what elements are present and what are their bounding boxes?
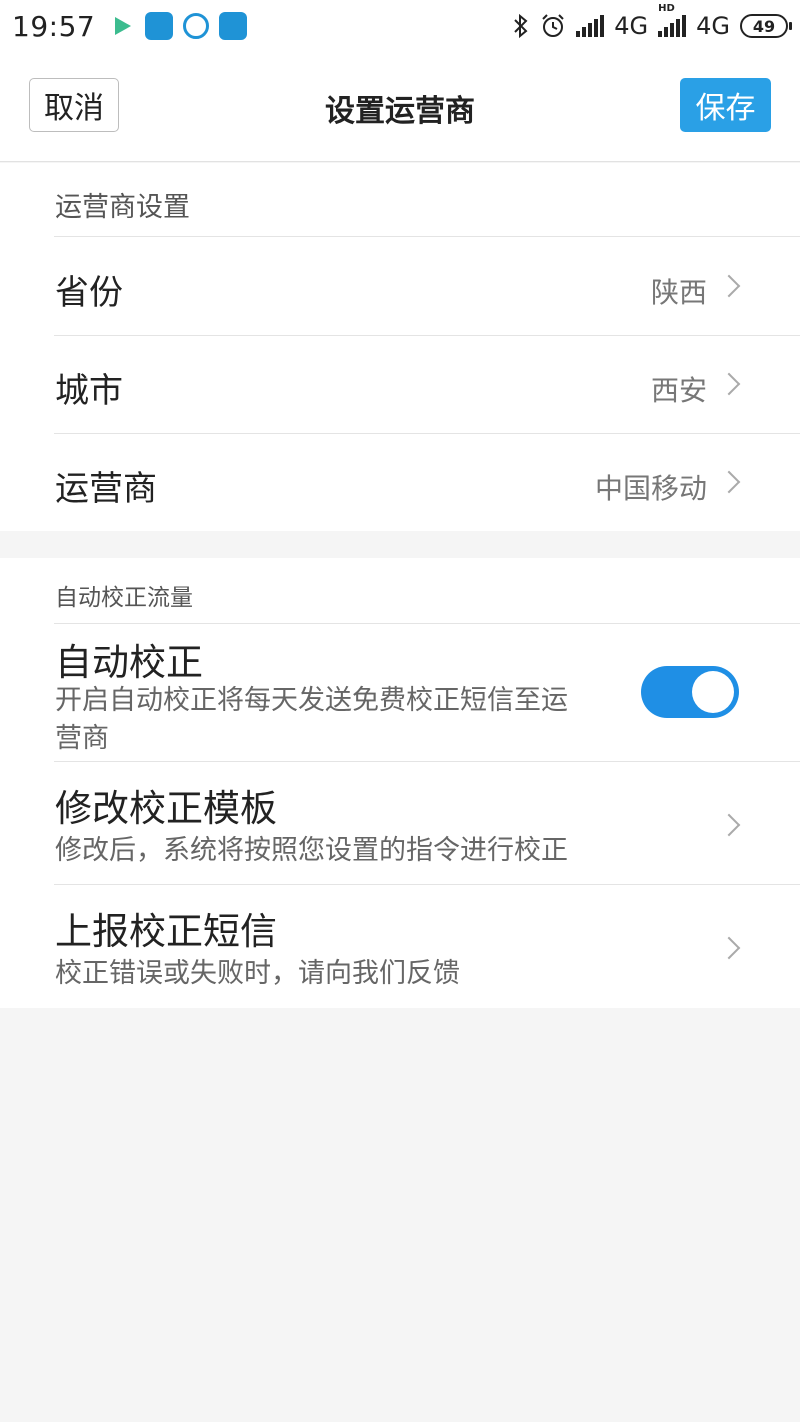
row-province[interactable]: 省份 陕西 [0, 237, 800, 335]
notification-app-icon [145, 12, 174, 40]
auto-correct-desc-line2: 营商 [55, 723, 109, 754]
section-title-auto: 自动校正流量 [55, 585, 193, 611]
network-type-2: 4G [696, 12, 730, 40]
chevron-right-icon [717, 372, 741, 396]
status-right: 4G HD 4G 49 [512, 3, 792, 40]
header: 取消 设置运营商 保存 [0, 52, 800, 162]
bluetooth-icon [514, 13, 528, 39]
alarm-icon [542, 14, 564, 37]
modify-template-title: 修改校正模板 [55, 787, 277, 830]
modify-template-desc: 修改后，系统将按照您设置的指令进行校正 [55, 835, 568, 866]
battery-level: 49 [752, 16, 776, 36]
chevron-right-icon [717, 813, 741, 837]
chevron-right-icon [717, 470, 741, 494]
chevron-right-icon [717, 936, 741, 960]
status-bar: 19:57 4G HD 4G 49 [0, 0, 800, 52]
hd-badge: HD [658, 3, 675, 14]
save-button[interactable]: 保存 [680, 78, 771, 132]
row-value-city: 西安 [650, 374, 707, 407]
video-app-icon [115, 17, 132, 35]
notification-app-icon-2 [219, 12, 248, 40]
network-type-1: 4G [614, 12, 649, 40]
toggle-knob [692, 671, 734, 713]
signal-icon-2: HD [658, 3, 687, 37]
carrier-settings-section: 运营商设置 省份 陕西 城市 西安 运营商 中国移动 [0, 163, 800, 531]
row-label-province: 省份 [55, 273, 123, 313]
row-value-carrier: 中国移动 [594, 472, 707, 505]
auto-correct-section: 自动校正流量 自动校正 开启自动校正将每天发送免费校正短信至运 营商 修改校正模… [0, 558, 800, 1008]
auto-correct-title: 自动校正 [55, 641, 203, 684]
row-report-sms[interactable]: 上报校正短信 校正错误或失败时，请向我们反馈 [0, 885, 800, 1008]
auto-correct-desc-line1: 开启自动校正将每天发送免费校正短信至运 [55, 685, 568, 716]
auto-correct-toggle[interactable] [641, 666, 739, 718]
row-modify-template[interactable]: 修改校正模板 修改后，系统将按照您设置的指令进行校正 [0, 762, 800, 884]
player-app-icon [183, 13, 210, 39]
row-label-city: 城市 [55, 371, 123, 411]
report-sms-desc: 校正错误或失败时，请向我们反馈 [55, 958, 460, 989]
row-city[interactable]: 城市 西安 [0, 336, 800, 433]
row-value-province: 陕西 [650, 276, 707, 309]
auto-correct-desc: 开启自动校正将每天发送免费校正短信至运 营商 [55, 682, 568, 758]
signal-icon [576, 15, 605, 37]
battery-icon: 49 [740, 14, 792, 38]
chevron-right-icon [717, 274, 741, 298]
status-left: 19:57 [12, 9, 248, 43]
status-time: 19:57 [12, 9, 96, 43]
row-carrier[interactable]: 运营商 中国移动 [0, 434, 800, 531]
report-sms-title: 上报校正短信 [55, 910, 277, 953]
section-title-carrier: 运营商设置 [55, 192, 190, 223]
row-label-carrier: 运营商 [55, 469, 157, 509]
